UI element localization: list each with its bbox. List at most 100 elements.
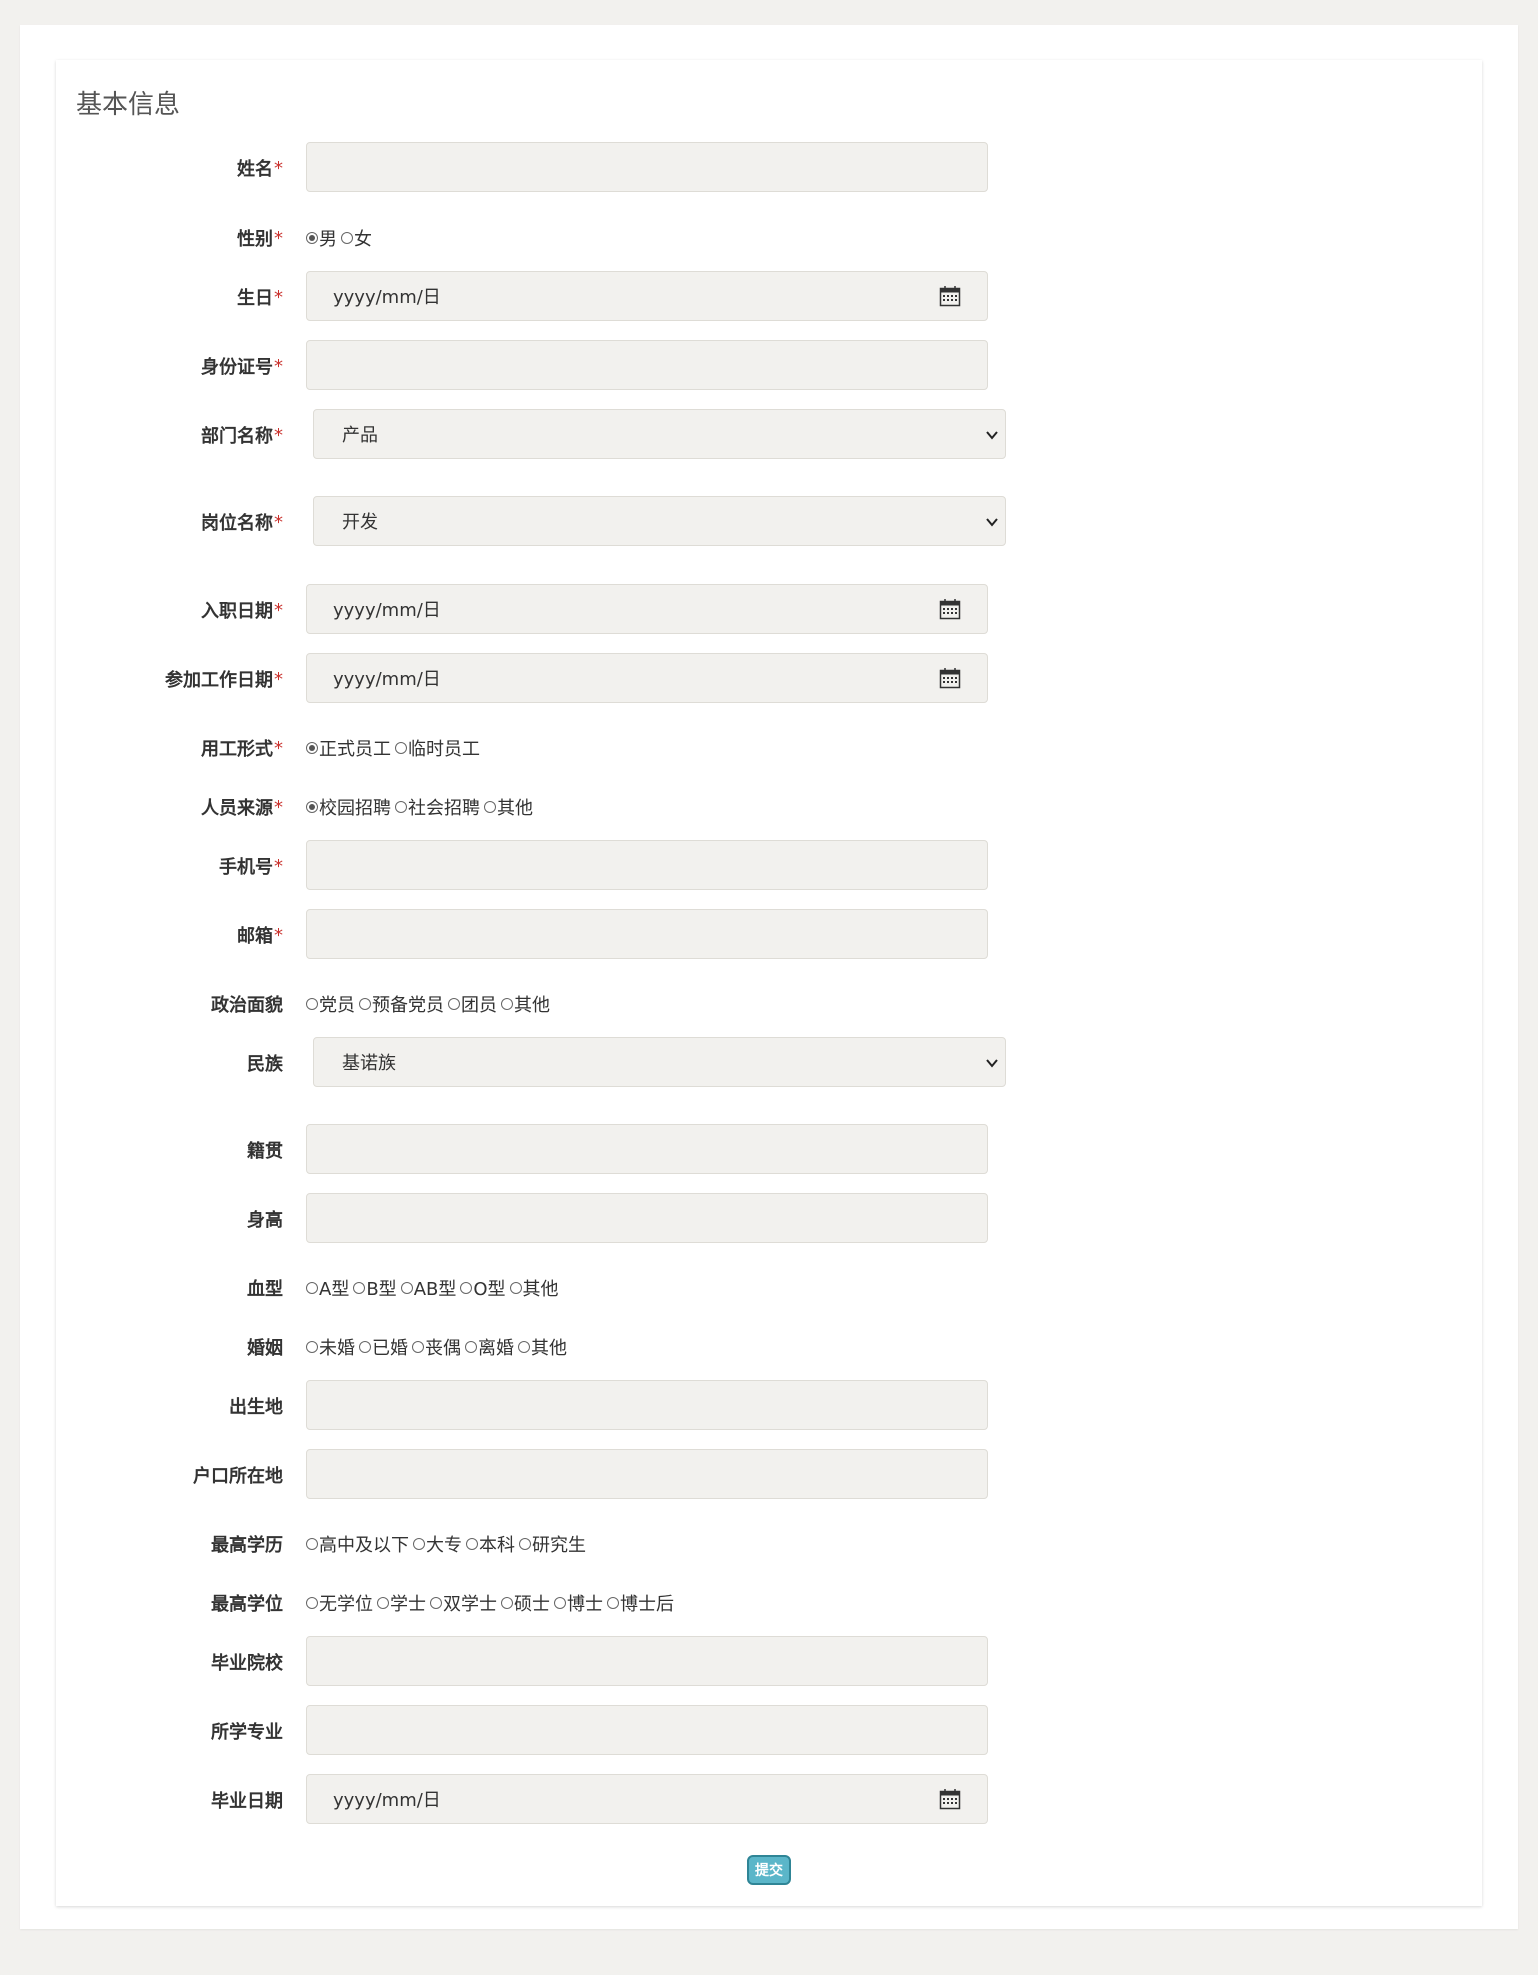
birthplace-input[interactable] — [306, 1380, 988, 1430]
graduation-date-input[interactable]: yyyy/mm/日 — [306, 1774, 988, 1824]
radio-checked-icon[interactable] — [306, 232, 318, 244]
school-input[interactable] — [306, 1636, 988, 1686]
gender-option-male[interactable]: 男 — [306, 225, 337, 251]
radio-icon[interactable] — [306, 998, 318, 1010]
hire-date-input[interactable]: yyyy/mm/日 — [306, 584, 988, 634]
work-start-date-input[interactable]: yyyy/mm/日 — [306, 653, 988, 703]
employment-option-temporary[interactable]: 临时员工 — [395, 735, 480, 761]
calendar-icon[interactable] — [939, 1788, 961, 1810]
blood-option-ab[interactable]: AB型 — [400, 1275, 456, 1301]
degree-option-postdoc[interactable]: 博士后 — [607, 1590, 674, 1616]
radio-icon[interactable] — [306, 1341, 318, 1353]
employment-type-radio-group: 正式员工 临时员工 — [306, 722, 484, 774]
marriage-option-divorced[interactable]: 离婚 — [465, 1334, 514, 1360]
marriage-option-married[interactable]: 已婚 — [359, 1334, 408, 1360]
blood-option-b[interactable]: B型 — [353, 1275, 397, 1301]
source-option-campus[interactable]: 校园招聘 — [306, 794, 391, 820]
political-status-label: 政治面貌 — [211, 995, 283, 1016]
major-input[interactable] — [306, 1705, 988, 1755]
education-option-bachelor[interactable]: 本科 — [466, 1531, 515, 1557]
education-option-graduate[interactable]: 研究生 — [519, 1531, 586, 1557]
gender-label: 性别 — [237, 229, 273, 250]
marriage-option-widowed[interactable]: 丧偶 — [412, 1334, 461, 1360]
radio-icon[interactable] — [484, 801, 496, 813]
calendar-icon[interactable] — [939, 285, 961, 307]
required-mark: * — [274, 227, 283, 249]
source-label: 人员来源 — [201, 798, 273, 819]
marriage-option-other[interactable]: 其他 — [518, 1334, 567, 1360]
radio-icon[interactable] — [306, 1282, 318, 1294]
source-option-social[interactable]: 社会招聘 — [395, 794, 480, 820]
radio-icon[interactable] — [501, 998, 513, 1010]
radio-icon[interactable] — [377, 1597, 389, 1609]
radio-checked-icon[interactable] — [306, 801, 318, 813]
radio-icon[interactable] — [359, 998, 371, 1010]
education-option-highschool[interactable]: 高中及以下 — [306, 1531, 409, 1557]
education-option-college[interactable]: 大专 — [413, 1531, 462, 1557]
blood-option-a[interactable]: A型 — [306, 1275, 349, 1301]
radio-icon[interactable] — [465, 1341, 477, 1353]
height-input[interactable] — [306, 1193, 988, 1243]
blood-option-o[interactable]: O型 — [460, 1275, 506, 1301]
radio-icon[interactable] — [607, 1597, 619, 1609]
radio-checked-icon[interactable] — [306, 742, 318, 754]
field-position: 岗位名称 * 开发 — [0, 496, 1538, 548]
field-phone: 手机号 * — [0, 840, 1538, 892]
ethnicity-selected-value: 基诺族 — [342, 1053, 396, 1074]
radio-icon[interactable] — [359, 1341, 371, 1353]
radio-icon[interactable] — [518, 1341, 530, 1353]
birthday-date-input[interactable]: yyyy/mm/日 — [306, 271, 988, 321]
department-select[interactable]: 产品 — [313, 409, 1006, 459]
native-place-input[interactable] — [306, 1124, 988, 1174]
radio-icon[interactable] — [460, 1282, 473, 1294]
political-option-other[interactable]: 其他 — [501, 991, 550, 1017]
position-select[interactable]: 开发 — [313, 496, 1006, 546]
radio-icon[interactable] — [395, 742, 407, 754]
hire-date-label: 入职日期 — [201, 601, 273, 622]
radio-icon[interactable] — [395, 801, 407, 813]
degree-radio-group: 无学位 学士 双学士 硕士 博士 博士后 — [306, 1577, 678, 1629]
gender-option-female[interactable]: 女 — [341, 225, 372, 251]
phone-input[interactable] — [306, 840, 988, 890]
radio-icon[interactable] — [353, 1282, 366, 1294]
degree-option-double-bachelor[interactable]: 双学士 — [430, 1590, 497, 1616]
birthday-label: 生日 — [237, 288, 273, 309]
degree-option-none[interactable]: 无学位 — [306, 1590, 373, 1616]
radio-icon[interactable] — [509, 1282, 522, 1294]
marriage-option-single[interactable]: 未婚 — [306, 1334, 355, 1360]
radio-icon[interactable] — [466, 1538, 478, 1550]
gender-radio-group: 男 女 — [306, 212, 376, 264]
email-input[interactable] — [306, 909, 988, 959]
blood-option-other[interactable]: 其他 — [509, 1275, 559, 1301]
political-option-league[interactable]: 团员 — [448, 991, 497, 1017]
calendar-icon[interactable] — [939, 667, 961, 689]
required-mark: * — [274, 157, 283, 179]
id-number-input[interactable] — [306, 340, 988, 390]
political-option-member[interactable]: 党员 — [306, 991, 355, 1017]
political-option-probationary[interactable]: 预备党员 — [359, 991, 444, 1017]
radio-icon[interactable] — [306, 1597, 318, 1609]
radio-icon[interactable] — [554, 1597, 566, 1609]
submit-button[interactable]: 提交 — [747, 1855, 791, 1885]
school-label: 毕业院校 — [211, 1653, 283, 1674]
radio-icon[interactable] — [519, 1538, 531, 1550]
source-option-other[interactable]: 其他 — [484, 794, 533, 820]
required-mark: * — [274, 424, 283, 446]
radio-icon[interactable] — [306, 1538, 318, 1550]
name-input[interactable] — [306, 142, 988, 192]
radio-icon[interactable] — [448, 998, 460, 1010]
degree-option-master[interactable]: 硕士 — [501, 1590, 550, 1616]
degree-option-doctor[interactable]: 博士 — [554, 1590, 603, 1616]
ethnicity-select[interactable]: 基诺族 — [313, 1037, 1006, 1087]
radio-icon[interactable] — [501, 1597, 513, 1609]
household-location-input[interactable] — [306, 1449, 988, 1499]
radio-icon[interactable] — [412, 1341, 424, 1353]
radio-icon[interactable] — [400, 1282, 413, 1294]
radio-icon[interactable] — [413, 1538, 425, 1550]
employment-option-regular[interactable]: 正式员工 — [306, 735, 391, 761]
radio-icon[interactable] — [430, 1597, 442, 1609]
radio-icon[interactable] — [341, 232, 353, 244]
marriage-label: 婚姻 — [247, 1338, 283, 1359]
calendar-icon[interactable] — [939, 598, 961, 620]
degree-option-bachelor[interactable]: 学士 — [377, 1590, 426, 1616]
